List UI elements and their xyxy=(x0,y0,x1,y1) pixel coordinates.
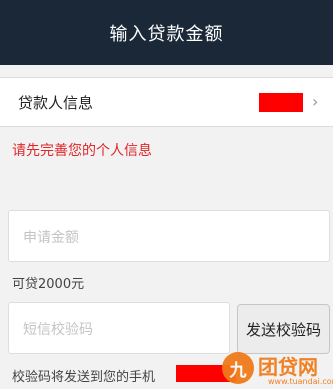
send-code-button[interactable]: 发送校验码 xyxy=(237,304,330,354)
sms-code-input[interactable]: 短信校验码 xyxy=(8,302,230,354)
loan-amount-placeholder: 申请金额 xyxy=(23,230,79,246)
available-amount-text: 可贷2000元 xyxy=(12,277,85,292)
redacted-status-block xyxy=(259,93,303,112)
title-bar: 输入贷款金额 xyxy=(0,0,333,65)
chevron-right-icon: › xyxy=(312,92,319,111)
watermark-logo: 九 团贷网 www.tuandai.com xyxy=(220,350,333,389)
borrower-info-row[interactable]: 贷款人信息 › xyxy=(0,77,333,127)
page-title: 输入贷款金额 xyxy=(109,23,224,45)
watermark-mark: 九 xyxy=(222,352,254,384)
borrower-info-label: 贷款人信息 xyxy=(18,94,94,112)
watermark-site: www.tuandai.com xyxy=(268,377,333,386)
sms-code-placeholder: 短信校验码 xyxy=(23,322,93,338)
code-sent-note: 校验码将发送到您的手机 xyxy=(12,370,156,385)
watermark-brand: 团贷网 xyxy=(258,355,318,379)
warning-message: 请先完善您的个人信息 xyxy=(12,143,152,159)
loan-amount-input[interactable]: 申请金额 xyxy=(8,210,330,262)
